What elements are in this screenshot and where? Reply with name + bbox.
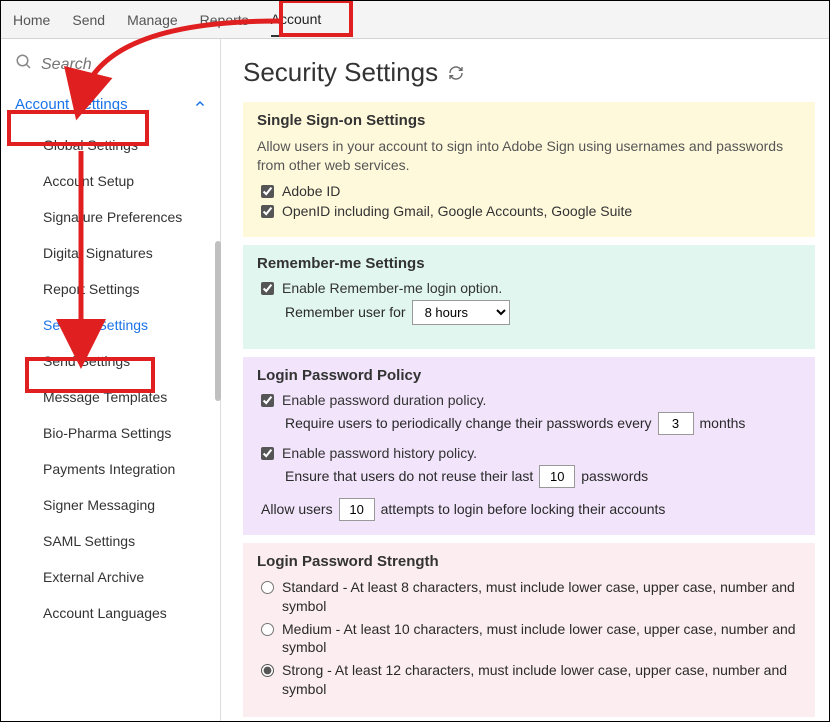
label-remember-me: Enable Remember-me login option.	[282, 280, 502, 296]
duration-prefix: Require users to periodically change the…	[285, 415, 652, 431]
search-input[interactable]	[41, 56, 208, 74]
policy-heading: Login Password Policy	[257, 367, 801, 384]
strength-heading: Login Password Strength	[257, 553, 801, 570]
input-duration-months[interactable]	[658, 412, 694, 435]
nav-item-send[interactable]: Send	[72, 4, 105, 36]
sidebar-item-account-languages[interactable]: Account Languages	[1, 595, 220, 631]
allow-prefix: Allow users	[261, 501, 333, 517]
chevron-up-icon	[194, 97, 206, 113]
input-history-count[interactable]	[539, 465, 575, 488]
sidebar-item-global-settings[interactable]: Global Settings	[1, 127, 220, 163]
history-suffix: passwords	[581, 468, 648, 484]
sidebar-item-security-settings[interactable]: Security Settings	[1, 307, 220, 343]
sidebar-item-message-templates[interactable]: Message Templates	[1, 379, 220, 415]
label-strength-2: Strong - At least 12 characters, must in…	[282, 661, 801, 699]
checkbox-remember-me[interactable]	[261, 282, 274, 295]
radio-strength-1[interactable]	[261, 623, 274, 636]
sidebar-item-signature-preferences[interactable]: Signature Preferences	[1, 199, 220, 235]
sidebar-nav-list: Global SettingsAccount SetupSignature Pr…	[1, 121, 220, 637]
nav-item-account[interactable]: Account	[271, 3, 322, 37]
content-area: Security Settings Single Sign-on Setting…	[221, 39, 829, 721]
radio-strength-2[interactable]	[261, 664, 274, 677]
sidebar-search[interactable]	[1, 39, 220, 88]
sidebar-item-bio-pharma-settings[interactable]: Bio-Pharma Settings	[1, 415, 220, 451]
remember-prefix: Remember user for	[285, 304, 406, 320]
sidebar-item-signer-messaging[interactable]: Signer Messaging	[1, 487, 220, 523]
sidebar: Account Settings Global SettingsAccount …	[1, 39, 221, 721]
label-duration-policy: Enable password duration policy.	[282, 392, 486, 408]
label-adobe-id: Adobe ID	[282, 183, 340, 199]
sidebar-item-account-setup[interactable]: Account Setup	[1, 163, 220, 199]
label-history-policy: Enable password history policy.	[282, 445, 477, 461]
sidebar-item-digital-signatures[interactable]: Digital Signatures	[1, 235, 220, 271]
history-prefix: Ensure that users do not reuse their las…	[285, 468, 533, 484]
page-title: Security Settings	[243, 57, 815, 88]
input-allow-attempts[interactable]	[339, 498, 375, 521]
sso-desc: Allow users in your account to sign into…	[257, 137, 801, 175]
select-remember-duration[interactable]: 8 hours	[412, 300, 510, 325]
password-strength-panel: Login Password Strength Standard - At le…	[243, 543, 815, 717]
radio-strength-0[interactable]	[261, 581, 274, 594]
top-nav: Home Send Manage Reports Account	[1, 1, 829, 39]
allow-suffix: attempts to login before locking their a…	[381, 501, 666, 517]
label-strength-1: Medium - At least 10 characters, must in…	[282, 620, 801, 658]
sidebar-item-saml-settings[interactable]: SAML Settings	[1, 523, 220, 559]
checkbox-adobe-id[interactable]	[261, 185, 274, 198]
sidebar-item-report-settings[interactable]: Report Settings	[1, 271, 220, 307]
label-openid: OpenID including Gmail, Google Accounts,…	[282, 203, 632, 219]
sidebar-scrollbar[interactable]	[215, 241, 221, 401]
refresh-icon[interactable]	[448, 57, 464, 88]
search-icon	[15, 53, 33, 76]
remember-heading: Remember-me Settings	[257, 255, 801, 272]
sso-panel: Single Sign-on Settings Allow users in y…	[243, 102, 815, 237]
sidebar-item-send-settings[interactable]: Send Settings	[1, 343, 220, 379]
sidebar-item-external-archive[interactable]: External Archive	[1, 559, 220, 595]
sso-heading: Single Sign-on Settings	[257, 112, 801, 129]
nav-item-home[interactable]: Home	[13, 4, 50, 36]
label-strength-0: Standard - At least 8 characters, must i…	[282, 578, 801, 616]
page-title-text: Security Settings	[243, 57, 438, 88]
sidebar-item-payments-integration[interactable]: Payments Integration	[1, 451, 220, 487]
remember-panel: Remember-me Settings Enable Remember-me …	[243, 245, 815, 349]
checkbox-history-policy[interactable]	[261, 447, 274, 460]
checkbox-duration-policy[interactable]	[261, 394, 274, 407]
sidebar-section-account-settings[interactable]: Account Settings	[1, 88, 220, 121]
password-policy-panel: Login Password Policy Enable password du…	[243, 357, 815, 535]
checkbox-openid[interactable]	[261, 205, 274, 218]
duration-suffix: months	[700, 415, 746, 431]
nav-item-manage[interactable]: Manage	[127, 4, 178, 36]
sidebar-section-label: Account Settings	[15, 96, 128, 113]
nav-item-reports[interactable]: Reports	[200, 4, 249, 36]
